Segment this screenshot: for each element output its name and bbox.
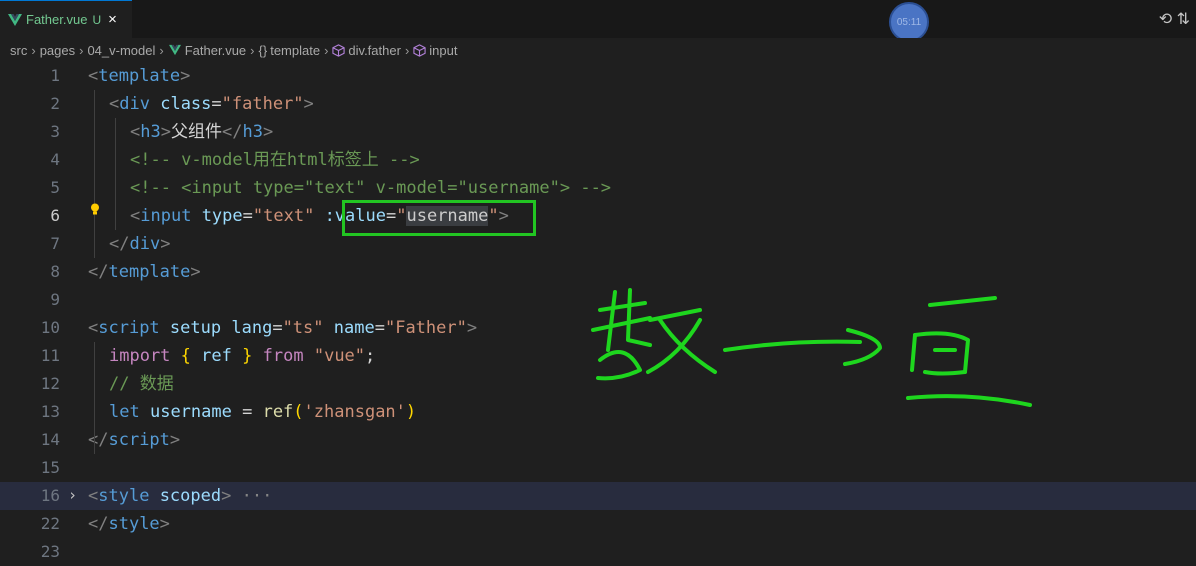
handwritten-annotation — [591, 288, 1032, 407]
